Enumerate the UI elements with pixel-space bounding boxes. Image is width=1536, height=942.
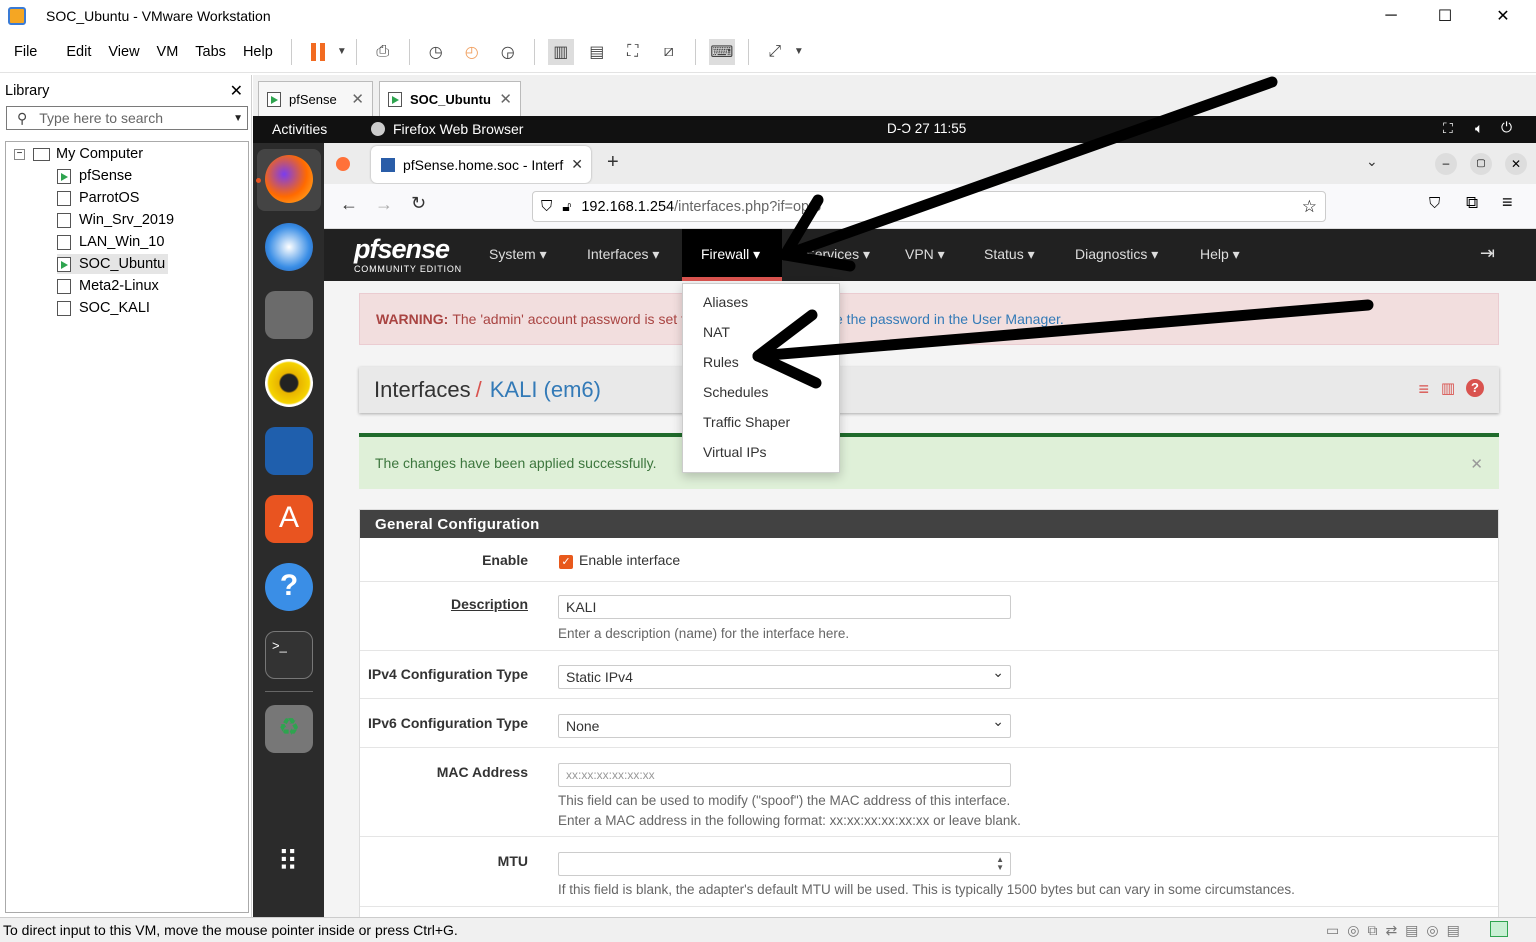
arrow-firewall-shaft [779,76,1278,261]
arrow-rules-shaft [752,299,1374,362]
vmware-status-bar: To direct input to this VM, move the mou… [0,917,1536,942]
annotation-arrows [752,76,1374,389]
device-status-icons[interactable]: ▭◎⧉⇄▤◎▤ [1326,922,1468,939]
status-text: To direct input to this VM, move the mou… [3,922,458,938]
message-log-icon[interactable] [1490,921,1508,937]
